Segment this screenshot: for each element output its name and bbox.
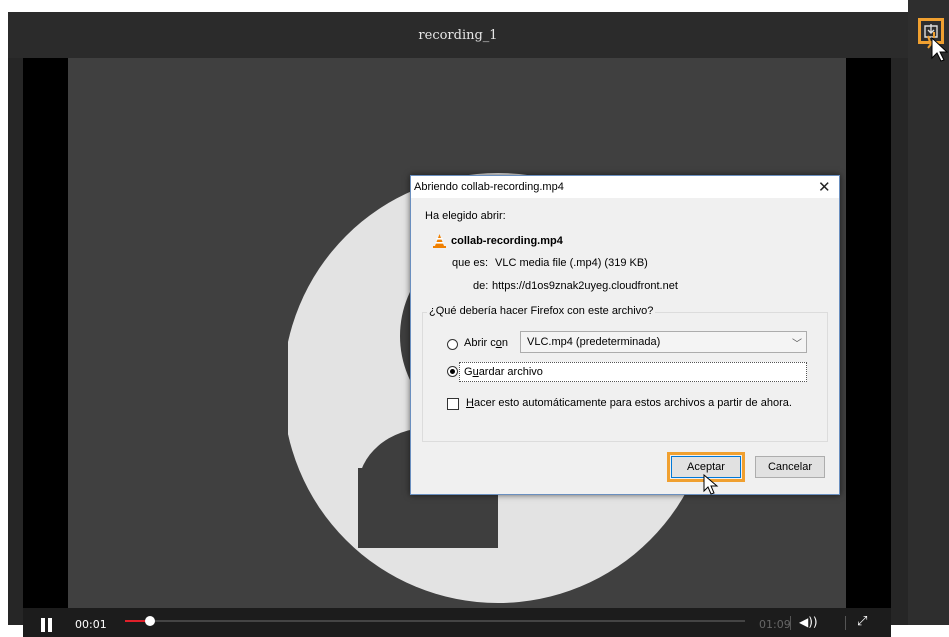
open-with-select[interactable]: VLC.mp4 (predeterminada) ﹀ [520,331,807,353]
volume-icon[interactable]: ◀)) [799,615,818,629]
divider [790,616,791,630]
file-source-label: de: [473,280,489,292]
dialog-title: Abriendo collab-recording.mp4 [414,181,564,193]
dialog-titlebar: Abriendo collab-recording.mp4 ✕ [411,176,839,198]
vlc-cone-icon [433,234,446,248]
pause-icon[interactable] [40,618,54,632]
file-source-value: https://d1os9znak2uyeg.cloudfront.net [492,280,678,292]
save-file-radio[interactable] [447,366,458,377]
accept-button-label: Aceptar [687,461,725,473]
video-title: recording_1 [418,27,498,43]
close-icon[interactable]: ✕ [818,178,831,196]
file-type-label: que es: [452,257,489,269]
cancel-button-label: Cancelar [767,461,813,473]
save-file-option[interactable]: Guardar archivo [459,362,807,382]
player-controls: 00:01 01:09 ◀)) ⤢ [23,608,891,637]
open-with-label[interactable]: Abrir con [464,337,508,349]
seek-bar[interactable] [125,616,745,626]
side-panel [908,0,949,625]
auto-action-label[interactable]: Hacer esto automáticamente para estos ar… [466,397,792,409]
open-with-radio[interactable] [447,339,458,350]
open-file-dialog: Abriendo collab-recording.mp4 ✕ Ha elegi… [410,175,840,495]
player-titlebar: recording_1 [8,12,908,58]
file-name: collab-recording.mp4 [451,235,563,247]
divider [845,616,846,630]
save-file-label: Guardar archivo [464,366,543,378]
file-type-value: VLC media file (.mp4) (319 KB) [495,257,648,269]
cursor-click-icon [924,32,948,62]
open-with-value: VLC.mp4 (predeterminada) [527,336,661,348]
chevron-down-icon: ﹀ [792,339,802,350]
action-question: ¿Qué debería hacer Firefox con este arch… [427,305,656,317]
fullscreen-icon[interactable]: ⤢ [857,614,867,629]
cancel-button[interactable]: Cancelar [755,456,825,478]
auto-action-checkbox[interactable] [447,398,459,410]
chosen-label: Ha elegido abrir: [425,210,506,222]
mouse-pointer-icon [703,474,719,495]
